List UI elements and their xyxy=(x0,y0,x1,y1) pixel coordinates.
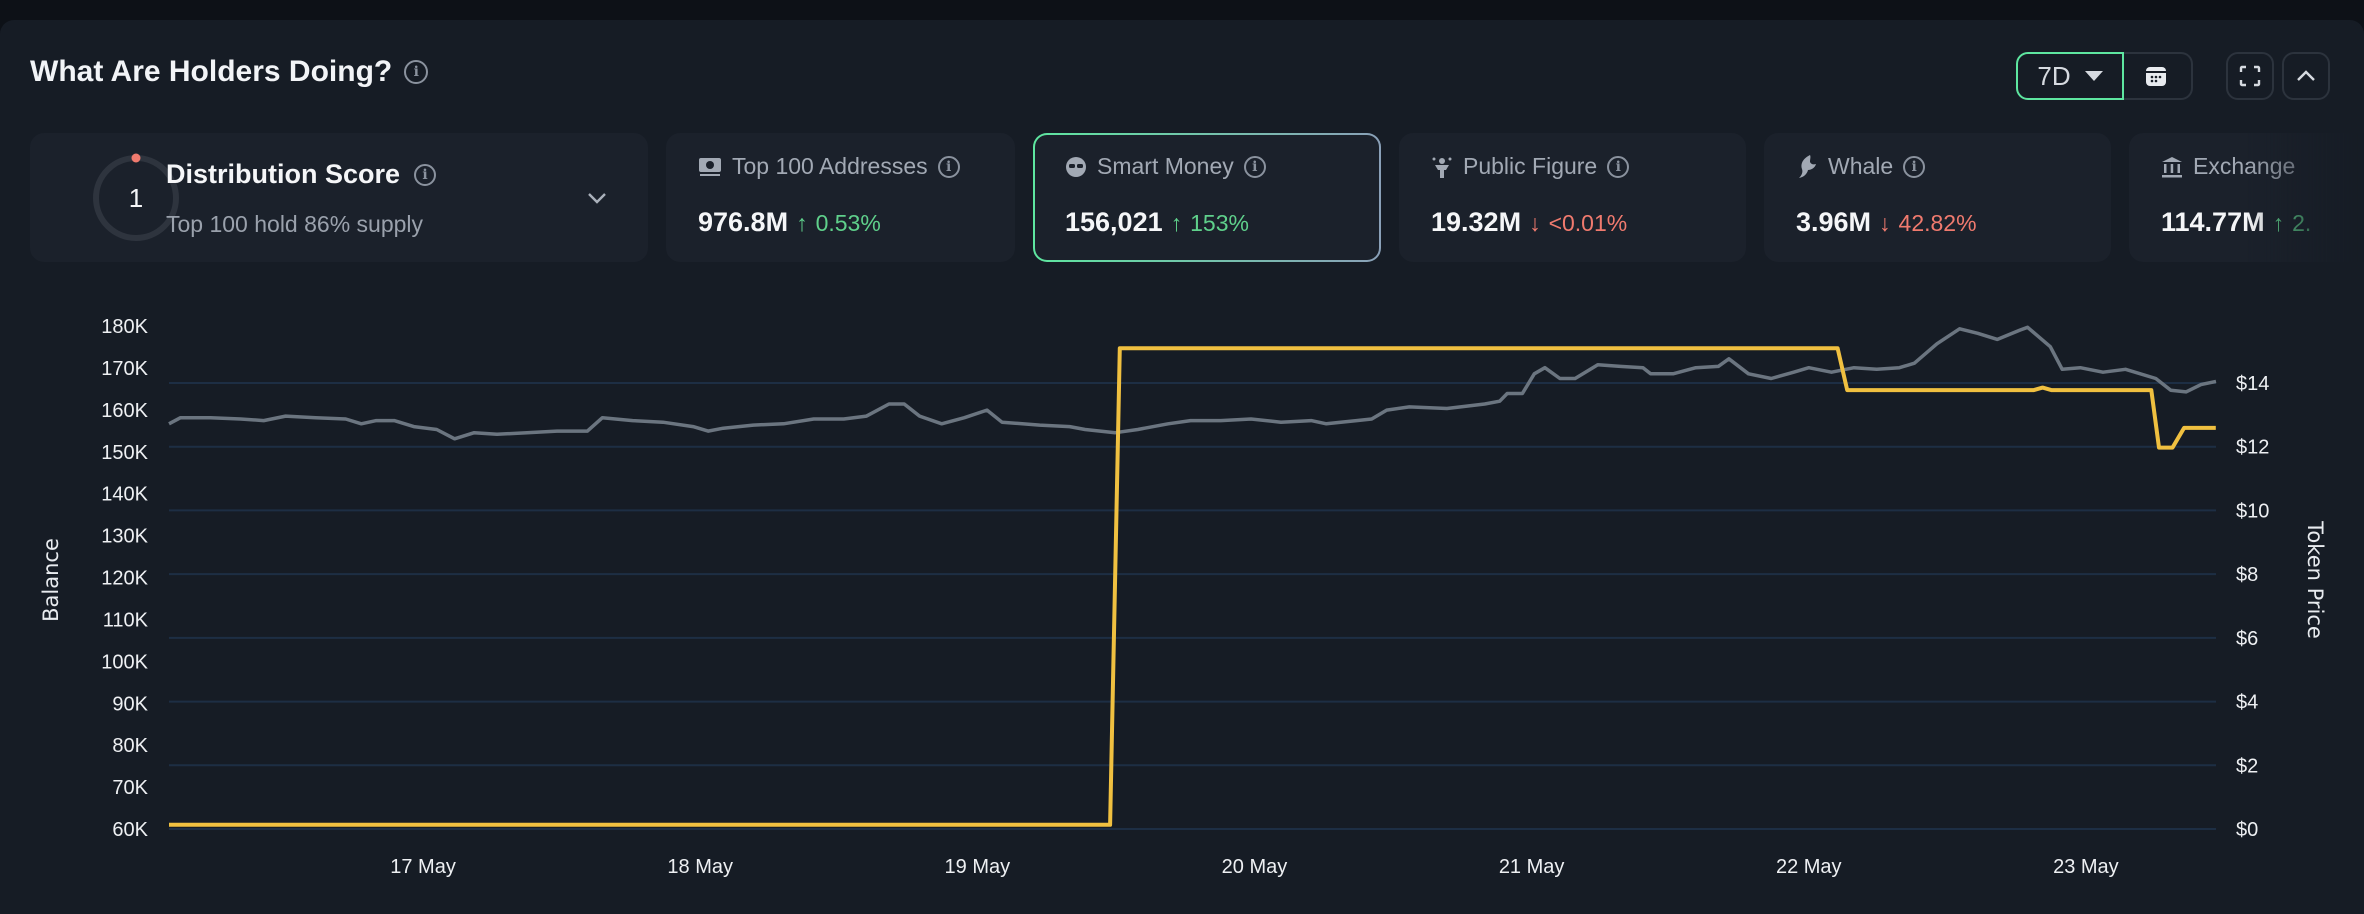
left-tick-label: 130K xyxy=(101,526,148,548)
right-axis-ticks: $14 $12 $10 $8 $6 $4 $2 $0 xyxy=(2236,373,2269,841)
left-tick-label: 140K xyxy=(101,484,148,506)
left-tick-label: 120K xyxy=(101,568,148,590)
x-tick-label: 23 May xyxy=(2053,856,2119,878)
right-tick-label: $10 xyxy=(2236,500,2269,522)
caret-down-icon xyxy=(2084,71,2103,81)
left-tick-label: 170K xyxy=(101,358,148,380)
left-tick-label: 60K xyxy=(112,819,148,841)
x-tick-label: 19 May xyxy=(945,856,1011,878)
right-tick-label: $8 xyxy=(2236,564,2258,586)
left-tick-label: 90K xyxy=(112,693,148,715)
x-tick-label: 17 May xyxy=(390,856,456,878)
x-axis-ticks: 17 May 18 May 19 May 20 May 21 May 22 May 23 M… xyxy=(390,856,2118,878)
gridlines xyxy=(169,382,2216,830)
left-tick-label: 160K xyxy=(101,400,148,422)
left-tick-label: 110K xyxy=(103,609,149,631)
left-tick-label: 180K xyxy=(101,316,148,338)
x-tick-label: 21 May xyxy=(1499,856,1565,878)
range-label: 7D xyxy=(2037,60,2071,91)
right-tick-label: $12 xyxy=(2236,437,2269,459)
right-tick-label: $4 xyxy=(2236,692,2258,714)
left-tick-label: 70K xyxy=(112,777,148,799)
series-lines xyxy=(168,325,2217,827)
time-range-dropdown[interactable]: 7D xyxy=(2016,52,2124,100)
right-tick-label: $6 xyxy=(2236,628,2258,650)
left-tick-label: 150K xyxy=(101,442,148,464)
right-tick-label: $0 xyxy=(2236,819,2258,841)
right-tick-label: $14 xyxy=(2236,373,2269,395)
left-axis-ticks: 180K 170K 160K 150K 140K 130K 120K 110K 100K 90K 8… xyxy=(101,316,148,841)
x-tick-label: 22 May xyxy=(1776,856,1842,878)
right-axis-label: Token Price xyxy=(2303,520,2327,639)
x-tick-label: 20 May xyxy=(1222,856,1288,878)
x-tick-label: 18 May xyxy=(667,856,733,878)
left-tick-label: 100K xyxy=(101,651,148,673)
right-tick-label: $2 xyxy=(2236,755,2258,777)
left-tick-label: 80K xyxy=(112,735,148,757)
holders-chart: 180K 170K 160K 150K 140K 130K 120K 110K 100K 90K 8… xyxy=(39,316,2327,878)
left-axis-label: Balance xyxy=(39,538,63,622)
